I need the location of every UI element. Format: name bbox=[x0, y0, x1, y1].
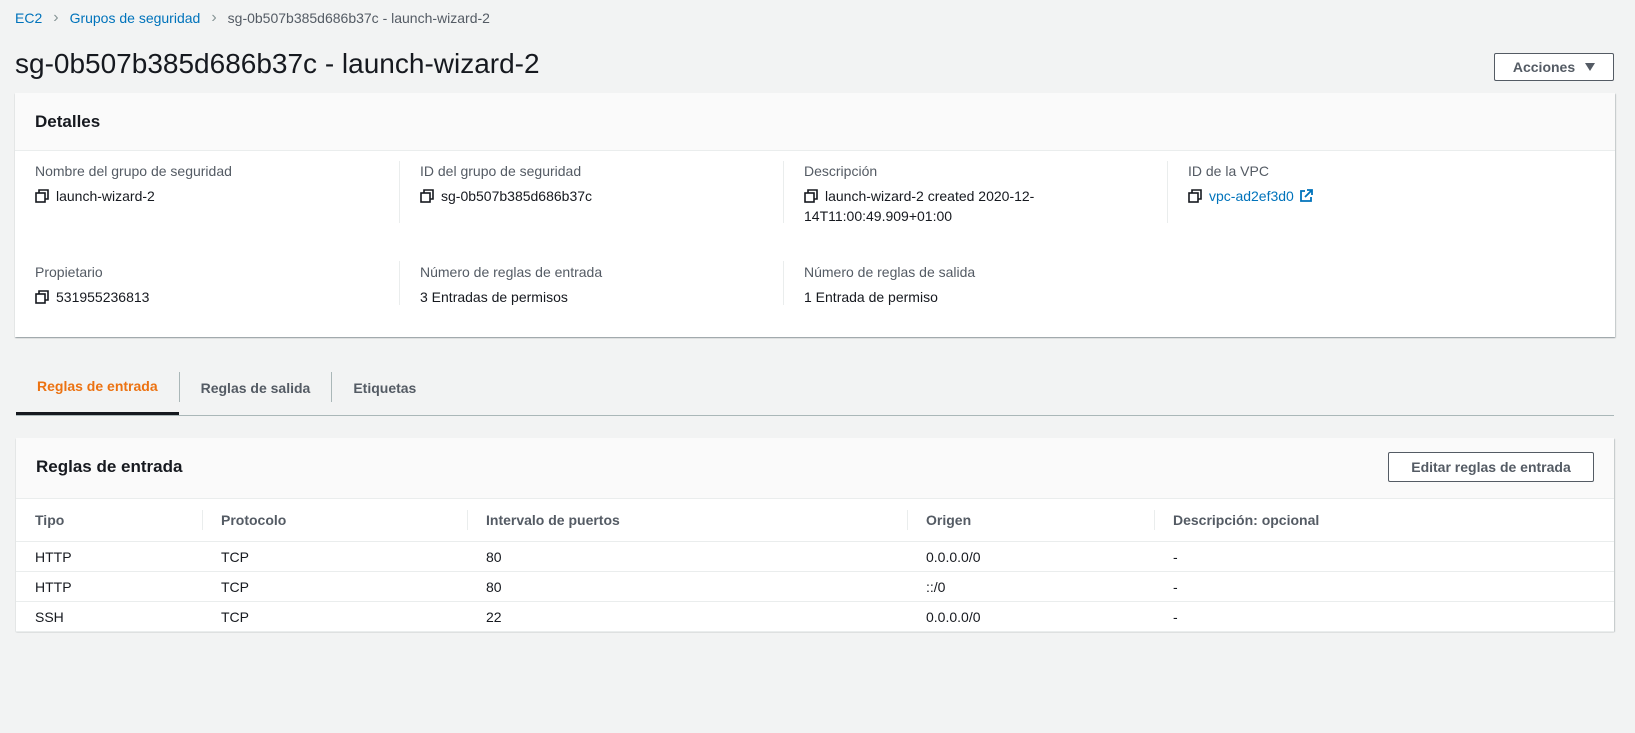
table-header-row: Tipo Protocolo Intervalo de puertos Orig… bbox=[16, 499, 1614, 542]
external-link-icon[interactable] bbox=[1299, 189, 1313, 203]
breadcrumb-current: sg-0b507b385d686b37c - launch-wizard-2 bbox=[227, 10, 490, 26]
actions-label: Acciones bbox=[1512, 59, 1576, 75]
edit-inbound-rules-button[interactable]: Editar reglas de entrada bbox=[1388, 452, 1594, 482]
column-divider bbox=[399, 261, 400, 305]
cell-type: SSH bbox=[16, 601, 202, 632]
column-header-port-range[interactable]: Intervalo de puertos bbox=[467, 499, 907, 542]
cell-port-range: 22 bbox=[467, 601, 907, 632]
rules-header: Reglas de entrada Editar reglas de entra… bbox=[16, 438, 1614, 499]
owner-value: 531955236813 bbox=[56, 289, 150, 305]
column-divider bbox=[783, 261, 784, 305]
outbound-count-value: 1 Entrada de permiso bbox=[804, 289, 938, 305]
vpc-link[interactable]: vpc-ad2ef3d0 bbox=[1209, 186, 1294, 206]
cell-protocol: TCP bbox=[202, 571, 467, 602]
cell-source: 0.0.0.0/0 bbox=[907, 601, 1154, 632]
sg-id-field: ID del grupo de seguridad sg-0b507b385d6… bbox=[420, 163, 592, 206]
inbound-count-label: Número de reglas de entrada bbox=[420, 264, 603, 280]
vpc-field: ID de la VPC vpc-ad2ef3d0 bbox=[1188, 163, 1313, 206]
outbound-count-label: Número de reglas de salida bbox=[804, 264, 976, 280]
inbound-count-value: 3 Entradas de permisos bbox=[420, 289, 568, 305]
copy-icon[interactable] bbox=[804, 189, 818, 203]
description-field: Descripción launch-wizard-2 created 2020… bbox=[804, 163, 1034, 226]
caret-down-icon bbox=[1585, 63, 1596, 71]
column-divider bbox=[1167, 161, 1168, 223]
sg-id-label: ID del grupo de seguridad bbox=[420, 163, 582, 179]
tab-tags[interactable]: Etiquetas bbox=[332, 360, 437, 415]
sg-name-field: Nombre del grupo de seguridad launch-wiz… bbox=[35, 163, 232, 206]
inbound-count-field: Número de reglas de entrada 3 Entradas d… bbox=[420, 264, 602, 307]
chevron-right-icon: › bbox=[53, 9, 59, 26]
column-header-source[interactable]: Origen bbox=[907, 499, 1154, 542]
owner-field: Propietario 531955236813 bbox=[35, 264, 149, 307]
column-header-type[interactable]: Tipo bbox=[16, 499, 202, 542]
details-title: Detalles bbox=[35, 111, 101, 131]
cell-source: ::/0 bbox=[907, 571, 1154, 602]
rules-title: Reglas de entrada bbox=[36, 457, 183, 476]
copy-icon[interactable] bbox=[35, 189, 49, 203]
table-row[interactable]: HTTP TCP 80 ::/0 - bbox=[16, 571, 1614, 602]
description-value-line2: 14T11:00:49.909+01:00 bbox=[804, 208, 953, 224]
tab-outbound-rules[interactable]: Reglas de salida bbox=[180, 360, 332, 415]
chevron-right-icon: › bbox=[211, 9, 217, 26]
copy-icon[interactable] bbox=[1188, 189, 1202, 203]
column-header-protocol[interactable]: Protocolo bbox=[202, 499, 467, 542]
sg-name-label: Nombre del grupo de seguridad bbox=[35, 163, 232, 179]
owner-label: Propietario bbox=[35, 264, 103, 280]
column-divider bbox=[399, 161, 400, 223]
tab-bar: Reglas de entrada Reglas de salida Etiqu… bbox=[16, 360, 1614, 416]
tab-inbound-rules[interactable]: Reglas de entrada bbox=[16, 360, 179, 415]
cell-source: 0.0.0.0/0 bbox=[907, 541, 1154, 572]
cell-type: HTTP bbox=[16, 571, 202, 602]
rules-table: Tipo Protocolo Intervalo de puertos Orig… bbox=[16, 499, 1614, 632]
breadcrumb-security-groups[interactable]: Grupos de seguridad bbox=[70, 10, 201, 26]
cell-port-range: 80 bbox=[467, 541, 907, 572]
table-row[interactable]: HTTP TCP 80 0.0.0.0/0 - bbox=[16, 541, 1614, 572]
details-panel: Detalles Nombre del grupo de seguridad l… bbox=[15, 93, 1615, 337]
details-header: Detalles bbox=[15, 93, 1615, 151]
cell-description: - bbox=[1154, 601, 1614, 632]
breadcrumb: EC2 › Grupos de seguridad › sg-0b507b385… bbox=[15, 9, 490, 27]
cell-protocol: TCP bbox=[202, 541, 467, 572]
sg-name-value: launch-wizard-2 bbox=[56, 188, 155, 204]
column-divider bbox=[783, 161, 784, 223]
table-row[interactable]: SSH TCP 22 0.0.0.0/0 - bbox=[16, 601, 1614, 632]
copy-icon[interactable] bbox=[35, 290, 49, 304]
outbound-count-field: Número de reglas de salida 1 Entrada de … bbox=[804, 264, 975, 307]
vpc-label: ID de la VPC bbox=[1188, 163, 1269, 179]
cell-description: - bbox=[1154, 571, 1614, 602]
column-header-description[interactable]: Descripción: opcional bbox=[1154, 499, 1614, 542]
sg-id-value: sg-0b507b385d686b37c bbox=[441, 188, 593, 204]
description-value-line1: launch-wizard-2 created 2020-12- bbox=[825, 188, 1035, 204]
cell-description: - bbox=[1154, 541, 1614, 572]
page-title: sg-0b507b385d686b37c - launch-wizard-2 bbox=[15, 48, 540, 79]
copy-icon[interactable] bbox=[420, 189, 434, 203]
description-label: Descripción bbox=[804, 163, 878, 179]
inbound-rules-panel: Reglas de entrada Editar reglas de entra… bbox=[16, 438, 1614, 632]
actions-button[interactable]: Acciones bbox=[1494, 53, 1614, 81]
cell-type: HTTP bbox=[16, 541, 202, 572]
breadcrumb-ec2[interactable]: EC2 bbox=[15, 10, 42, 26]
cell-port-range: 80 bbox=[467, 571, 907, 602]
cell-protocol: TCP bbox=[202, 601, 467, 632]
